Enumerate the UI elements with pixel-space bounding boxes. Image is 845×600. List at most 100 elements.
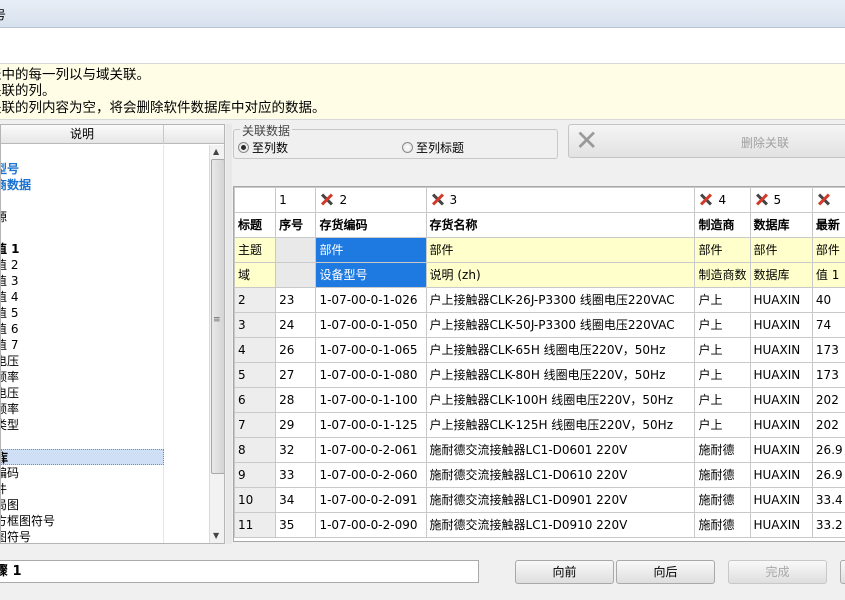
scroll-down-icon[interactable]: ▼ — [213, 531, 219, 540]
table-cell[interactable]: 施耐德 — [694, 487, 751, 513]
panel-splitter[interactable] — [226, 124, 232, 544]
table-cell[interactable]: 33.2 — [811, 512, 845, 538]
table-cell[interactable]: 7 — [234, 412, 277, 438]
table-cell[interactable]: 户上 — [694, 312, 751, 338]
table-cell[interactable]: 施耐德 — [694, 512, 751, 538]
field-list-item[interactable]: 编码 — [1, 465, 164, 481]
table-cell[interactable]: 40 — [811, 287, 845, 313]
table-cell[interactable]: HUAXIN — [749, 362, 813, 388]
field-list-item[interactable]: 值 7 — [1, 337, 164, 353]
field-list-item[interactable]: 库 — [1, 449, 164, 465]
field-list-item[interactable] — [1, 225, 164, 241]
table-cell[interactable]: 202 — [811, 387, 845, 413]
table-cell[interactable]: 户上 — [694, 412, 751, 438]
table-cell[interactable]: HUAXIN — [749, 462, 813, 488]
table-cell[interactable]: 1-07-00-0-1-080 — [315, 362, 427, 388]
column-title-cell[interactable]: 存货编码 — [315, 212, 427, 238]
tools-icon[interactable] — [319, 192, 335, 206]
field-list-item[interactable]: 源 — [1, 209, 164, 225]
table-cell[interactable]: HUAXIN — [749, 412, 813, 438]
column-subject-cell[interactable]: 部件 — [425, 237, 696, 263]
table-cell[interactable]: 施耐德交流接触器LC1-D0901 220V — [425, 487, 696, 513]
table-cell[interactable]: HUAXIN — [749, 512, 813, 538]
table-cell[interactable]: HUAXIN — [749, 312, 813, 338]
table-cell[interactable]: 户上接触器CLK-125H 线圈电压220V，50Hz — [425, 412, 696, 438]
table-cell[interactable]: 施耐德 — [694, 462, 751, 488]
field-list-scrollbar[interactable]: ▲ ≡ ▼ — [209, 145, 224, 543]
column-domain-cell[interactable]: 设备型号 — [315, 262, 427, 288]
table-cell[interactable]: 29 — [275, 412, 317, 438]
column-number-header[interactable] — [811, 187, 845, 213]
table-cell[interactable]: 施耐德 — [694, 437, 751, 463]
column-subject-cell[interactable]: 主题 — [234, 237, 277, 263]
table-cell[interactable]: 3 — [234, 312, 277, 338]
field-list-item[interactable] — [1, 193, 164, 209]
table-cell[interactable]: 1-07-00-0-2-060 — [315, 462, 427, 488]
radio-to-column-number[interactable]: 至列数 — [238, 139, 288, 156]
field-list-header-description[interactable]: 说明 — [1, 125, 164, 144]
field-list-item[interactable]: 值 4 — [1, 289, 164, 305]
field-list-item[interactable]: 图符号 — [1, 529, 164, 543]
column-title-cell[interactable]: 制造商 — [694, 212, 751, 238]
table-cell[interactable]: 9 — [234, 462, 277, 488]
tools-icon[interactable] — [816, 192, 832, 206]
table-cell[interactable]: 1-07-00-0-1-125 — [315, 412, 427, 438]
radio-unselected-icon[interactable] — [402, 142, 413, 153]
table-cell[interactable]: 户上 — [694, 337, 751, 363]
radio-selected-icon[interactable] — [238, 142, 249, 153]
field-list-item[interactable]: 值 6 — [1, 321, 164, 337]
table-cell[interactable]: 户上接触器CLK-100H 线圈电压220V，50Hz — [425, 387, 696, 413]
column-number-header[interactable]: 2 — [315, 187, 427, 213]
table-cell[interactable]: 24 — [275, 312, 317, 338]
column-subject-cell[interactable]: 部件 — [315, 237, 427, 263]
table-cell[interactable]: HUAXIN — [749, 387, 813, 413]
field-list-item[interactable]: 类型 — [1, 417, 164, 433]
table-cell[interactable]: HUAXIN — [749, 437, 813, 463]
field-list-item[interactable]: 件 — [1, 481, 164, 497]
table-cell[interactable]: 27 — [275, 362, 317, 388]
column-domain-cell[interactable]: 域 — [234, 262, 277, 288]
radio-to-column-heading[interactable]: 至列标题 — [402, 139, 464, 156]
table-cell[interactable]: 173 — [811, 337, 845, 363]
table-cell[interactable]: 户上接触器CLK-80H 线圈电压220V，50Hz — [425, 362, 696, 388]
table-cell[interactable]: 1-07-00-0-1-026 — [315, 287, 427, 313]
field-list-item[interactable]: 电压 — [1, 385, 164, 401]
field-list-item[interactable]: 值 1 — [1, 241, 164, 257]
column-title-cell[interactable]: 存货名称 — [425, 212, 696, 238]
table-cell[interactable]: 户上接触器CLK-26J-P3300 线圈电压220VAC — [425, 287, 696, 313]
tools-icon[interactable] — [430, 192, 446, 206]
field-list-item[interactable]: 型号 — [1, 161, 164, 177]
column-number-header[interactable] — [234, 187, 277, 213]
table-cell[interactable]: 33 — [275, 462, 317, 488]
tools-icon[interactable] — [754, 192, 770, 206]
table-cell[interactable]: 5 — [234, 362, 277, 388]
table-cell[interactable]: 施耐德交流接触器LC1-D0910 220V — [425, 512, 696, 538]
table-cell[interactable]: HUAXIN — [749, 337, 813, 363]
back-button[interactable]: 向前 — [515, 560, 614, 584]
table-cell[interactable]: 26.9 — [811, 437, 845, 463]
table-cell[interactable]: 户上 — [694, 287, 751, 313]
field-list-item[interactable]: 值 5 — [1, 305, 164, 321]
column-number-header[interactable]: 1 — [275, 187, 317, 213]
table-cell[interactable]: 1-07-00-0-2-090 — [315, 512, 427, 538]
table-cell[interactable]: 1-07-00-0-1-050 — [315, 312, 427, 338]
field-list-item[interactable]: 局图 — [1, 497, 164, 513]
table-cell[interactable]: 26 — [275, 337, 317, 363]
table-cell[interactable]: 1-07-00-0-1-100 — [315, 387, 427, 413]
table-cell[interactable]: HUAXIN — [749, 287, 813, 313]
table-cell[interactable]: 1-07-00-0-2-091 — [315, 487, 427, 513]
table-cell[interactable]: 户上接触器CLK-50J-P3300 线圈电压220VAC — [425, 312, 696, 338]
column-title-cell[interactable]: 最新 — [811, 212, 845, 238]
delete-link-button[interactable]: ✕ 删除关联 — [568, 124, 845, 158]
table-cell[interactable]: 23 — [275, 287, 317, 313]
table-cell[interactable]: 28 — [275, 387, 317, 413]
table-cell[interactable]: 10 — [234, 487, 277, 513]
finish-button[interactable]: 完成 — [728, 560, 827, 584]
column-domain-cell[interactable]: 说明 (zh) — [425, 262, 696, 288]
table-cell[interactable]: 8 — [234, 437, 277, 463]
column-subject-cell[interactable] — [275, 237, 317, 263]
table-cell[interactable]: 26.9 — [811, 462, 845, 488]
field-list-item[interactable]: 值 2 — [1, 257, 164, 273]
column-title-cell[interactable]: 标题 — [234, 212, 277, 238]
table-cell[interactable]: 施耐德交流接触器LC1-D0601 220V — [425, 437, 696, 463]
